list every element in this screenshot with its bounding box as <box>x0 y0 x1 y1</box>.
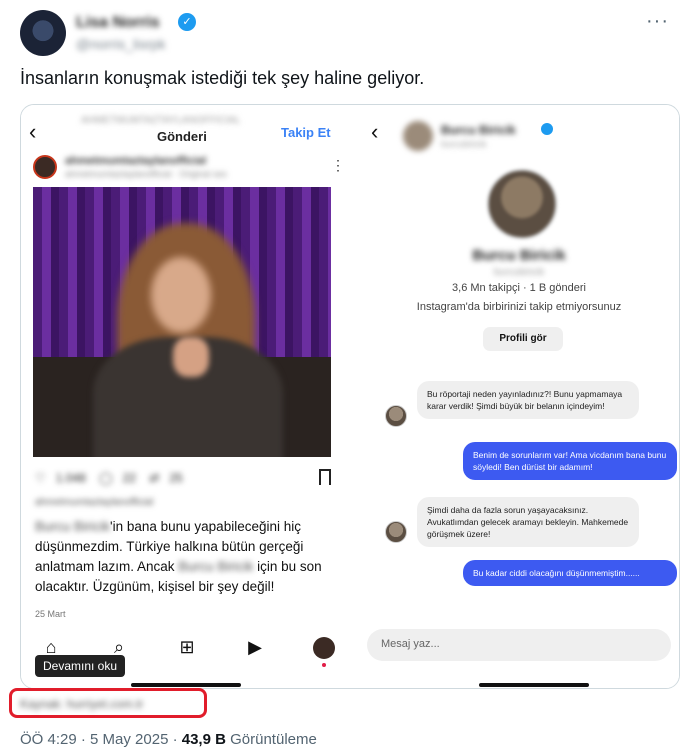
add-post-icon: ⊞ <box>179 637 195 657</box>
author-name[interactable]: Lisa Norris <box>76 14 160 32</box>
heart-icon: ♡ <box>35 471 46 485</box>
read-more-tooltip[interactable]: Devamını oku <box>35 655 126 677</box>
dm-name: Burcu Biricik <box>441 123 516 137</box>
dm-back-arrow-icon: ‹ <box>371 119 379 144</box>
message-composer: Mesaj yaz... <box>367 629 671 661</box>
home-indicator <box>479 683 589 687</box>
like-count: 1.048 <box>55 471 86 485</box>
instagram-post-screen: ‹ AHMETMUMTAZTAYLANOFFICIAL Gönderi Taki… <box>21 105 356 688</box>
share-count: 25 <box>169 471 183 485</box>
author-handle[interactable]: @norris_lisrpk <box>76 36 166 52</box>
instagram-dm-screen: ‹ Burcu Biricik burcubiricik Burcu Biric… <box>357 105 679 688</box>
dm-profile-name: Burcu Biricik <box>472 247 566 264</box>
source-text: Kaynak: hurriyet.com.tr <box>20 697 144 711</box>
message-avatar <box>385 405 407 427</box>
message-bubble-outgoing: Bu kadar ciddi olacağını düşünmemiştim..… <box>463 560 677 586</box>
post-username: ahmetmumtaztaylanofficial <box>65 155 207 167</box>
more-options-icon[interactable]: ··· <box>646 10 669 33</box>
view-count: 43,9 B <box>181 731 226 748</box>
home-indicator <box>131 683 241 687</box>
liked-by: ahmetmumtaztaylanofficial <box>35 497 154 508</box>
dm-handle: burcubiricik <box>441 139 487 149</box>
message-bubble-outgoing: Benim de sorunlarım var! Ama vicdanım ba… <box>463 442 677 480</box>
dm-profile-stats: 3,6 Mn takipçi · 1 B gönderi <box>452 282 586 294</box>
caption-name-1: Burcu Biricik <box>35 519 111 534</box>
dm-avatar <box>403 121 433 151</box>
reels-icon: ▶ <box>248 637 262 657</box>
follow-button: Takip Et <box>281 125 331 140</box>
back-arrow-icon: ‹ <box>29 119 37 144</box>
notification-dot <box>322 663 326 667</box>
comment-count: 22 <box>122 471 136 485</box>
bookmark-icon <box>319 469 331 485</box>
profile-nav-avatar <box>313 637 335 659</box>
post-actions: ♡ 1.048 ◯ 22 ⇄ 25 <box>35 471 193 485</box>
post-date: 25 Mart <box>35 609 66 619</box>
post-photo <box>33 187 331 457</box>
message-input-placeholder: Mesaj yaz... <box>381 638 440 650</box>
post-caption: Burcu Biricik'in bana bunu yapabileceğin… <box>35 517 345 597</box>
post-more-icon: ⋮ <box>331 157 345 173</box>
message-bubble-incoming: Şimdi daha da fazla sorun yaşayacaksınız… <box>417 497 639 547</box>
tweet-timestamp[interactable]: ÖÖ 4:29 · 5 May 2025 · <box>20 731 182 748</box>
dm-profile-picture <box>487 169 557 239</box>
post-audio: ahmetmumtaztaylanofficial · Original ses <box>65 169 227 179</box>
tweet-text: İnsanların konuşmak istediği tek şey hal… <box>20 68 425 88</box>
post-title: Gönderi <box>157 129 207 144</box>
verified-badge-icon: ✓ <box>178 13 196 31</box>
tweet-media-image[interactable]: ‹ AHMETMUMTAZTAYLANOFFICIAL Gönderi Taki… <box>20 104 680 689</box>
dm-verified-icon <box>541 123 553 135</box>
author-avatar[interactable] <box>20 10 66 56</box>
view-profile-button: Profili gör <box>483 327 563 351</box>
message-bubble-incoming: Bu röportaji neden yayınladınız?! Bunu y… <box>417 381 639 419</box>
post-topbar-user: AHMETMUMTAZTAYLANOFFICIAL <box>81 115 241 126</box>
dm-follow-note: Instagram'da birbirinizi takip etmiyorsu… <box>416 301 622 313</box>
home-icon: ⌂ <box>45 637 57 657</box>
tweet-meta: ÖÖ 4:29 · 5 May 2025 · 43,9 B Görüntülem… <box>20 731 317 748</box>
message-avatar <box>385 521 407 543</box>
caption-name-2: Burcu Biricik <box>178 559 254 574</box>
post-avatar <box>33 155 57 179</box>
repost-icon: ⇄ <box>149 471 160 485</box>
views-label: Görüntüleme <box>225 731 317 748</box>
dm-profile-handle: burcubiricik <box>493 267 545 278</box>
comment-icon: ◯ <box>99 471 113 485</box>
search-icon: ⌕ <box>113 637 125 657</box>
